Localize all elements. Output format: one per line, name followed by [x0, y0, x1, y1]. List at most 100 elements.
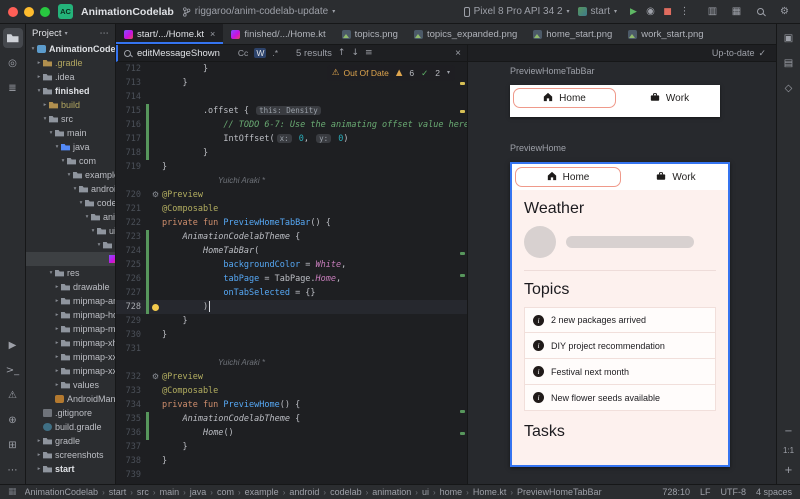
tree-chevron-icon[interactable]: ▸ [41, 102, 49, 108]
line-number[interactable]: 729 [116, 314, 146, 328]
zoom-window-button[interactable] [40, 7, 50, 17]
code-line[interactable]: 719} [116, 160, 467, 174]
tree-item[interactable]: Home.kt [26, 252, 115, 266]
device-mirroring-icon[interactable]: ▥ [705, 4, 720, 19]
tree-chevron-icon[interactable]: ▾ [89, 228, 97, 234]
tree-chevron-icon[interactable]: ▾ [29, 46, 37, 52]
code-line[interactable]: 726 tabPage = TabPage.Home, [116, 272, 467, 286]
tree-chevron-icon[interactable]: ▸ [53, 284, 61, 290]
tree-item[interactable]: ▾example [26, 168, 115, 182]
tree-item[interactable]: ▾main [26, 126, 115, 140]
branch-selector[interactable]: riggaroo/anim-codelab-update ▾ [182, 6, 335, 17]
close-window-button[interactable] [8, 7, 18, 17]
editor-tab[interactable]: work_start.png [620, 24, 711, 44]
version-control-tool-icon[interactable]: ⊕ [3, 410, 23, 430]
tree-item[interactable]: ▸.idea [26, 70, 115, 84]
code-line[interactable]: 721@Composable [116, 202, 467, 216]
breadcrumb-item[interactable]: AnimationCodelab [25, 487, 99, 497]
line-number[interactable]: 732 [116, 370, 146, 384]
tree-item[interactable]: ▾android [26, 182, 115, 196]
breadcrumb-item[interactable]: codelab [330, 487, 362, 497]
line-number[interactable]: 718 [116, 146, 146, 160]
panel-options-icon[interactable]: ⋯ [100, 28, 110, 39]
line-number[interactable]: 739 [116, 468, 146, 482]
breadcrumb-item[interactable]: example [245, 487, 279, 497]
project-panel-header[interactable]: Project ▾ ⋯ [26, 24, 115, 42]
code-editor[interactable]: 712 }713 }714715 .offset { this: Density… [116, 62, 467, 484]
tree-item[interactable]: ▾animation [26, 210, 115, 224]
zoom-out-icon[interactable]: − [779, 421, 799, 441]
preview-gutter-icon[interactable]: ⚙ [152, 370, 159, 384]
code-line[interactable]: 723 AnimationCodelabTheme { [116, 230, 467, 244]
tree-item[interactable]: ▾res [26, 266, 115, 280]
device-selector[interactable]: Pixel 8 Pro API 34 2 ▾ [464, 6, 570, 17]
tree-chevron-icon[interactable]: ▾ [65, 172, 73, 178]
tree-chevron-icon[interactable]: ▸ [35, 452, 43, 458]
line-number[interactable]: 721 [116, 202, 146, 216]
code-line[interactable]: 714 [116, 90, 467, 104]
code-author-hint[interactable]: Yuichi Araki * [162, 358, 265, 367]
more-tool-windows-icon[interactable]: ⋯ [3, 460, 23, 480]
code-line[interactable]: 718 } [116, 146, 467, 160]
code-line[interactable]: 735 AnimationCodelabTheme { [116, 412, 467, 426]
tree-item[interactable]: ▾AnimationCodelab~/Documen [26, 42, 115, 56]
preview-canvas[interactable]: PreviewHomeTabBarHomeWorkPreviewHomeHome… [468, 62, 776, 484]
caret-position[interactable]: 728:10 [662, 487, 690, 497]
code-line[interactable]: 724 HomeTabBar( [116, 244, 467, 258]
find-toggle-cc[interactable]: Cc [236, 48, 250, 58]
breadcrumb-item[interactable]: start [109, 487, 127, 497]
breadcrumb-item[interactable]: com [217, 487, 234, 497]
breadcrumb-item[interactable]: src [137, 487, 149, 497]
line-number[interactable]: 736 [116, 426, 146, 440]
topic-list-item[interactable]: iFestival next month [524, 359, 716, 385]
tree-item[interactable]: ▸mipmap-hdpi [26, 308, 115, 322]
preview-card-home-tab-bar[interactable]: HomeWork [510, 85, 720, 117]
code-line[interactable]: 738} [116, 454, 467, 468]
tree-item[interactable]: .gitignore [26, 406, 115, 420]
tree-item[interactable]: ▸start [26, 462, 115, 476]
more-run-actions-icon[interactable]: ⋮ [676, 6, 693, 17]
inspection-widget[interactable]: ⚠ Out Of Date ▲ 6 ✓ 2 ▾ [327, 65, 455, 81]
tree-item[interactable]: ▸mipmap-xhdpi [26, 336, 115, 350]
line-number[interactable]: 727 [116, 286, 146, 300]
tree-chevron-icon[interactable]: ▸ [53, 340, 61, 346]
tree-chevron-icon[interactable]: ▾ [59, 158, 67, 164]
line-number[interactable]: 713 [116, 76, 146, 90]
tree-item[interactable]: ▸mipmap-anydpi [26, 294, 115, 308]
code-line[interactable]: 733@Composable [116, 384, 467, 398]
find-toggle-[interactable]: .* [270, 48, 280, 58]
tree-item[interactable]: ▸drawable [26, 280, 115, 294]
breadcrumb-item[interactable]: home [440, 487, 463, 497]
line-number[interactable]: 715 [116, 104, 146, 118]
tree-item[interactable]: ▾finished [26, 84, 115, 98]
file-encoding[interactable]: UTF-8 [720, 487, 746, 497]
code-line[interactable]: 715 .offset { this: Density [116, 104, 467, 118]
breadcrumb-item[interactable]: PreviewHomeTabBar [517, 487, 602, 497]
code-line[interactable]: 722private fun PreviewHomeTabBar() { [116, 216, 467, 230]
tree-item[interactable]: ▾src [26, 112, 115, 126]
run-tool-icon[interactable]: ▶ [3, 335, 23, 355]
line-number[interactable]: 720 [116, 188, 146, 202]
code-line[interactable]: Yuichi Araki * [116, 356, 467, 370]
line-number[interactable]: 717 [116, 132, 146, 146]
tree-chevron-icon[interactable]: ▸ [35, 60, 43, 66]
close-find-bar-icon[interactable]: × [455, 48, 461, 59]
line-number[interactable]: 734 [116, 398, 146, 412]
tree-chevron-icon[interactable]: ▾ [35, 88, 43, 94]
search-query[interactable]: editMessageShown [137, 48, 220, 59]
tree-item[interactable]: ▸gradle [26, 434, 115, 448]
layout-inspector-icon[interactable]: ▦ [729, 4, 744, 19]
tool-window-widget-icon[interactable]: ▦ [8, 487, 17, 497]
code-line[interactable]: 728 ) [116, 300, 467, 314]
app-tab-work[interactable]: Work [624, 164, 728, 190]
previous-match-icon[interactable]: ↑ [338, 48, 346, 58]
terminal-tool-icon[interactable]: >_ [3, 360, 23, 380]
resource-manager-icon[interactable]: ▤ [779, 53, 799, 73]
debug-button[interactable]: ◉ [642, 6, 659, 17]
tree-chevron-icon[interactable]: ▾ [83, 214, 91, 220]
device-manager-icon[interactable]: ▣ [779, 28, 799, 48]
next-match-icon[interactable]: ↓ [351, 48, 359, 58]
editor-tab[interactable]: topics.png [334, 24, 406, 44]
project-tool-icon[interactable] [3, 28, 23, 48]
code-line[interactable]: 730} [116, 328, 467, 342]
